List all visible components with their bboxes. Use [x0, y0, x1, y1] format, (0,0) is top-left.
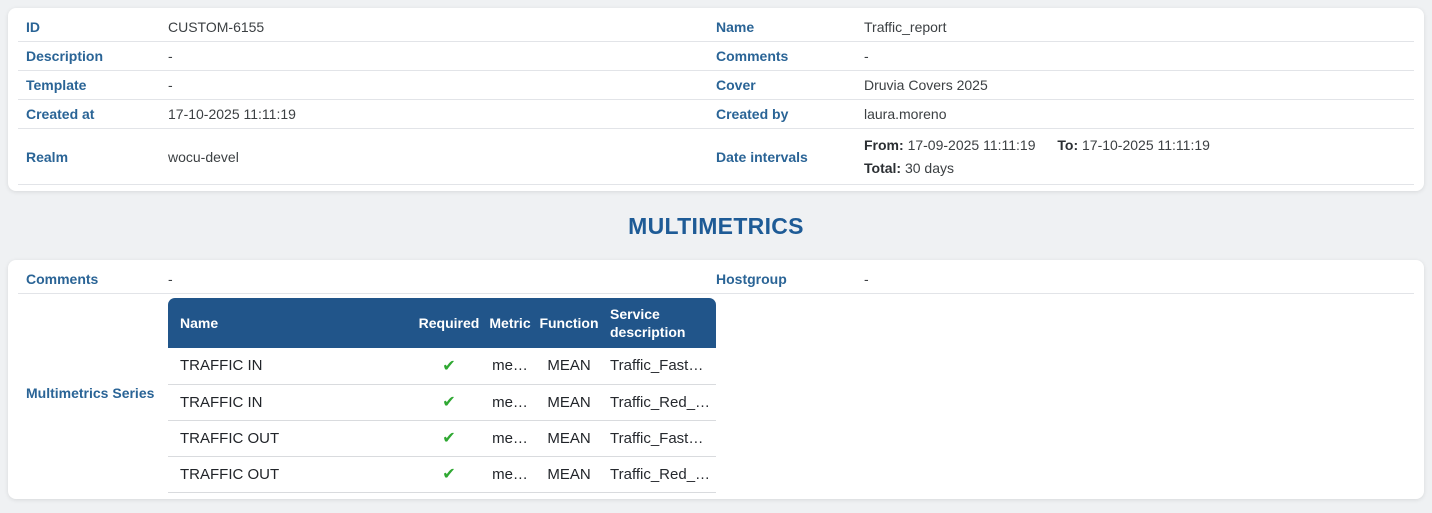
created-at-value: 17-10-2025 11:11:19 [168, 106, 716, 122]
date-intervals-total: Total: 30 days [864, 157, 1406, 180]
table-row: TRAFFIC OUT ✔ me… MEAN Traffic_Red_… [168, 456, 716, 492]
table-row: TRAFFIC IN ✔ me… MEAN Traffic_Red_… [168, 384, 716, 420]
detail-row-template-cover: Template - Cover Druvia Covers 2025 [18, 71, 1414, 100]
series-name: TRAFFIC OUT [168, 420, 416, 456]
detail-right: Hostgroup - [716, 271, 1406, 287]
multimetrics-section-title: MULTIMETRICS [0, 191, 1432, 260]
detail-left: Description - [26, 48, 716, 64]
comments-value: - [864, 48, 1406, 64]
description-value: - [168, 48, 716, 64]
date-intervals-label: Date intervals [716, 149, 864, 165]
metric-cell: me… [482, 456, 538, 492]
mm-comments-value: - [168, 271, 716, 287]
detail-left: ID CUSTOM-6155 [26, 19, 716, 35]
column-header-metric: Metric [482, 298, 538, 348]
detail-row-description-comments: Description - Comments - [18, 42, 1414, 71]
multimetrics-card: Comments - Hostgroup - Multimetrics Seri… [8, 260, 1424, 499]
total-label: Total: [864, 160, 901, 176]
cover-value: Druvia Covers 2025 [864, 77, 1406, 93]
created-by-label: Created by [716, 106, 864, 122]
cover-label: Cover [716, 77, 864, 93]
date-intervals-value: From: 17-09-2025 11:11:19 To: 17-10-2025… [864, 134, 1406, 180]
report-details-card: ID CUSTOM-6155 Name Traffic_report Descr… [8, 8, 1424, 191]
description-label: Description [26, 48, 168, 64]
name-label: Name [716, 19, 864, 35]
detail-right: Name Traffic_report [716, 19, 1406, 35]
function-cell: MEAN [538, 384, 600, 420]
check-icon: ✔ [442, 466, 455, 483]
column-header-required: Required [416, 298, 482, 348]
function-cell: MEAN [538, 456, 600, 492]
detail-left: Template - [26, 77, 716, 93]
date-intervals-from-to: From: 17-09-2025 11:11:19 To: 17-10-2025… [864, 134, 1406, 157]
detail-right: Created by laura.moreno [716, 106, 1406, 122]
to-value: 17-10-2025 11:11:19 [1082, 137, 1210, 153]
detail-row-id-name: ID CUSTOM-6155 Name Traffic_report [18, 13, 1414, 42]
metric-cell: me… [482, 348, 538, 384]
realm-value: wocu-devel [168, 149, 716, 165]
function-cell: MEAN [538, 420, 600, 456]
service-description-cell: Traffic_Fast… [600, 420, 716, 456]
id-label: ID [26, 19, 168, 35]
series-name: TRAFFIC IN [168, 348, 416, 384]
metric-cell: me… [482, 384, 538, 420]
mm-comments-label: Comments [26, 271, 168, 287]
template-value: - [168, 77, 716, 93]
detail-row-createdat-createdby: Created at 17-10-2025 11:11:19 Created b… [18, 100, 1414, 129]
service-description-cell: Traffic_Red_… [600, 456, 716, 492]
table-row: TRAFFIC OUT ✔ me… MEAN Traffic_Fast… [168, 420, 716, 456]
table-row: TRAFFIC IN ✔ me… MEAN Traffic_Fast… [168, 348, 716, 384]
detail-left: Created at 17-10-2025 11:11:19 [26, 106, 716, 122]
service-description-cell: Traffic_Fast… [600, 348, 716, 384]
template-label: Template [26, 77, 168, 93]
series-name: TRAFFIC OUT [168, 456, 416, 492]
function-cell: MEAN [538, 348, 600, 384]
created-at-label: Created at [26, 106, 168, 122]
check-icon: ✔ [442, 358, 455, 375]
detail-right: Date intervals From: 17-09-2025 11:11:19… [716, 134, 1406, 180]
name-value: Traffic_report [864, 19, 1406, 35]
hostgroup-value: - [864, 271, 1406, 287]
hostgroup-label: Hostgroup [716, 271, 864, 287]
check-icon: ✔ [442, 430, 455, 447]
detail-left: Realm wocu-devel [26, 149, 716, 165]
from-value: 17-09-2025 11:11:19 [908, 137, 1036, 153]
to-label: To: [1057, 137, 1078, 153]
metric-cell: me… [482, 420, 538, 456]
total-value: 30 days [905, 160, 954, 176]
series-name: TRAFFIC IN [168, 384, 416, 420]
detail-row-comments-hostgroup: Comments - Hostgroup - [18, 265, 1414, 294]
check-icon: ✔ [442, 394, 455, 411]
multimetrics-series-label: Multimetrics Series [26, 385, 168, 401]
column-header-service-description: Service description [600, 298, 716, 348]
column-header-function: Function [538, 298, 600, 348]
required-cell: ✔ [416, 348, 482, 384]
column-header-name: Name [168, 298, 416, 348]
id-value: CUSTOM-6155 [168, 19, 716, 35]
service-description-cell: Traffic_Red_… [600, 384, 716, 420]
detail-right: Cover Druvia Covers 2025 [716, 77, 1406, 93]
from-label: From: [864, 137, 904, 153]
realm-label: Realm [26, 149, 168, 165]
detail-right: Comments - [716, 48, 1406, 64]
required-cell: ✔ [416, 456, 482, 492]
multimetrics-series-table: Name Required Metric Function Service de… [168, 298, 716, 493]
created-by-value: laura.moreno [864, 106, 1406, 122]
table-header-row: Name Required Metric Function Service de… [168, 298, 716, 348]
detail-left: Comments - [26, 271, 716, 287]
comments-label: Comments [716, 48, 864, 64]
multimetrics-series-row: Multimetrics Series Name Required Metric… [18, 294, 1414, 493]
required-cell: ✔ [416, 384, 482, 420]
required-cell: ✔ [416, 420, 482, 456]
detail-row-realm-dateintervals: Realm wocu-devel Date intervals From: 17… [18, 129, 1414, 185]
